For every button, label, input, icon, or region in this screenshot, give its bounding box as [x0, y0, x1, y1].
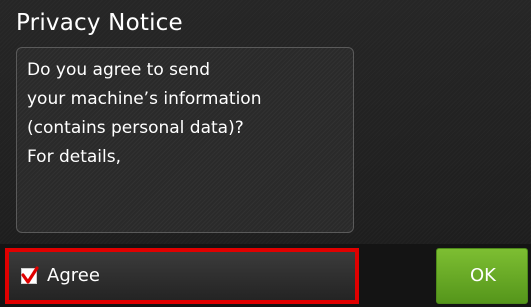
agree-checkbox-button[interactable]: Agree: [5, 248, 359, 304]
message-line: (contains personal data)?: [27, 118, 244, 138]
dialog-title: Privacy Notice: [16, 10, 183, 36]
message-line: Do you agree to send: [27, 60, 211, 80]
ok-label: OK: [470, 265, 496, 286]
message-line: For details,: [27, 147, 122, 167]
privacy-notice-screen: Privacy Notice Do you agree to send your…: [0, 0, 531, 307]
message-line: your machine’s information: [27, 89, 262, 109]
message-box: Do you agree to send your machine’s info…: [16, 47, 354, 233]
ok-button[interactable]: OK: [436, 248, 528, 304]
agree-checkbox[interactable]: [21, 266, 39, 284]
checkmark-icon: [21, 266, 39, 284]
agree-label: Agree: [47, 265, 100, 286]
